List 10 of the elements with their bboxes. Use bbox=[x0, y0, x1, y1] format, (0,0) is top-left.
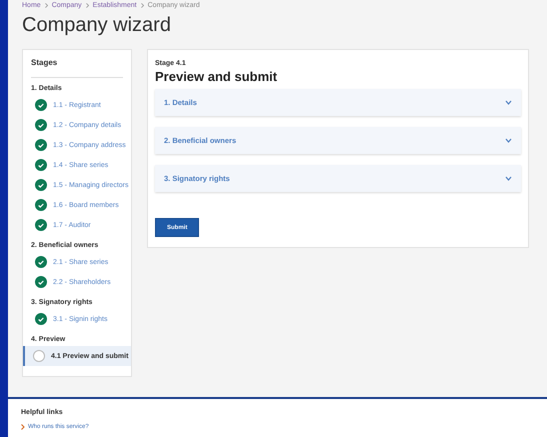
chevron-icon bbox=[505, 100, 512, 105]
chevron-right-icon bbox=[21, 424, 25, 430]
page-title: Company wizard bbox=[22, 14, 172, 37]
stages-heading: Stages bbox=[31, 58, 123, 78]
chevron-icon bbox=[505, 138, 512, 143]
chevron-icon bbox=[505, 176, 512, 181]
section-heading: Preview and submit bbox=[155, 69, 278, 84]
chevron-right-icon bbox=[44, 3, 48, 8]
chevron-right-icon bbox=[140, 3, 144, 8]
chevron-right-icon bbox=[86, 3, 89, 8]
